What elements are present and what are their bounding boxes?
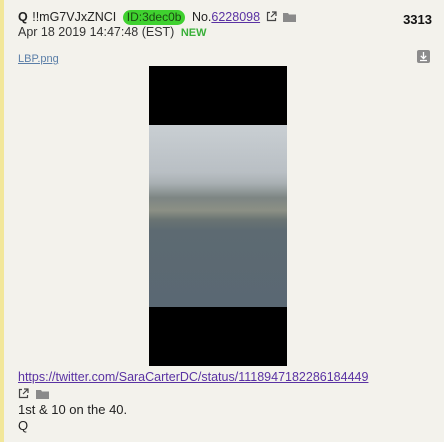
file-name-link[interactable]: LBP.png (18, 53, 59, 65)
external-link-icon[interactable] (266, 11, 277, 22)
post-body-line: 1st & 10 on the 40. (18, 402, 128, 417)
post-meta: Apr 18 2019 14:47:48 (EST) NEW (18, 25, 207, 39)
link-actions (18, 385, 50, 403)
reply-count: 3313 (403, 12, 432, 27)
download-icon[interactable] (417, 50, 430, 63)
aerial-coastline-image (149, 125, 287, 307)
poster-id-badge[interactable]: ID:3dec0b (122, 10, 186, 25)
new-badge: NEW (180, 27, 207, 39)
tripcode: !!mG7VJxZNCI (32, 10, 117, 24)
twitter-link[interactable]: https://twitter.com/SaraCarterDC/status/… (18, 370, 368, 384)
folder-icon[interactable] (36, 389, 50, 399)
post-timestamp: Apr 18 2019 14:47:48 (EST) (18, 25, 175, 39)
external-link-icon[interactable] (18, 388, 29, 399)
post-container: Q !!mG7VJxZNCI ID:3dec0b No.6228098 3313… (0, 0, 444, 442)
post-number-link[interactable]: 6228098 (211, 10, 260, 24)
post-image[interactable] (149, 66, 287, 366)
post-signature: Q (18, 418, 29, 433)
folder-icon[interactable] (283, 12, 297, 22)
post-number-prefix: No. (191, 10, 212, 24)
post-header: Q !!mG7VJxZNCI ID:3dec0b No.6228098 (18, 10, 297, 25)
poster-name: Q (18, 10, 28, 24)
